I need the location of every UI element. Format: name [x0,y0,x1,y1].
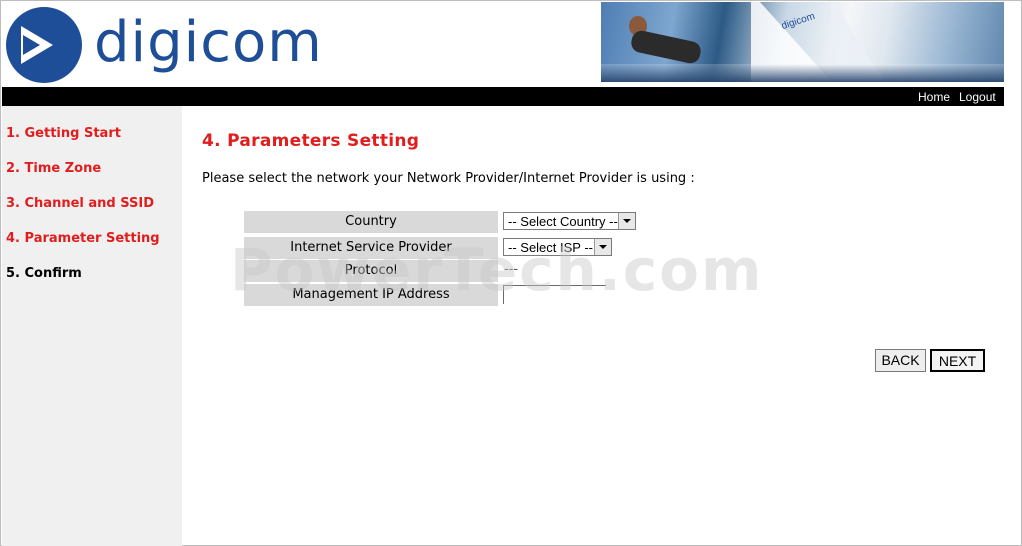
intro-text: Please select the network your Network P… [202,171,695,186]
chevron-down-icon [594,239,611,255]
isp-label: Internet Service Provider [244,237,498,259]
sidebar-item-channel-ssid[interactable]: 3. Channel and SSID [6,196,154,211]
home-link[interactable]: Home [918,90,950,104]
logo-text: digicom [94,10,323,75]
sidebar-item-parameter-setting[interactable]: 4. Parameter Setting [6,231,160,246]
country-select[interactable]: -- Select Country -- [503,212,636,230]
back-button[interactable]: BACK [875,349,926,372]
protocol-value: --- [504,262,519,277]
wave-shape [601,64,1004,82]
top-nav-bar: Home Logout [2,87,1004,106]
sidebar-item-time-zone[interactable]: 2. Time Zone [6,161,101,176]
chevron-down-icon [618,213,635,229]
logo-arrow-inner [23,35,40,55]
isp-select-value: -- Select ISP -- [508,240,594,255]
next-button[interactable]: NEXT [930,349,985,372]
header-banner-image: digicom [601,2,1004,82]
sidebar-item-confirm[interactable]: 5. Confirm [6,266,82,281]
management-ip-label: Management IP Address [244,284,498,306]
page-title: 4. Parameters Setting [202,131,420,151]
country-label: Country [244,211,498,233]
logout-link[interactable]: Logout [959,90,996,104]
sailor-body [629,28,703,66]
isp-select[interactable]: -- Select ISP -- [503,238,612,256]
sidebar-item-getting-start[interactable]: 1. Getting Start [6,126,121,141]
country-select-value: -- Select Country -- [508,214,618,229]
protocol-label: Protocol [244,260,498,282]
management-ip-input[interactable] [503,285,606,304]
sidebar: 1. Getting Start 2. Time Zone 3. Channel… [2,106,182,546]
